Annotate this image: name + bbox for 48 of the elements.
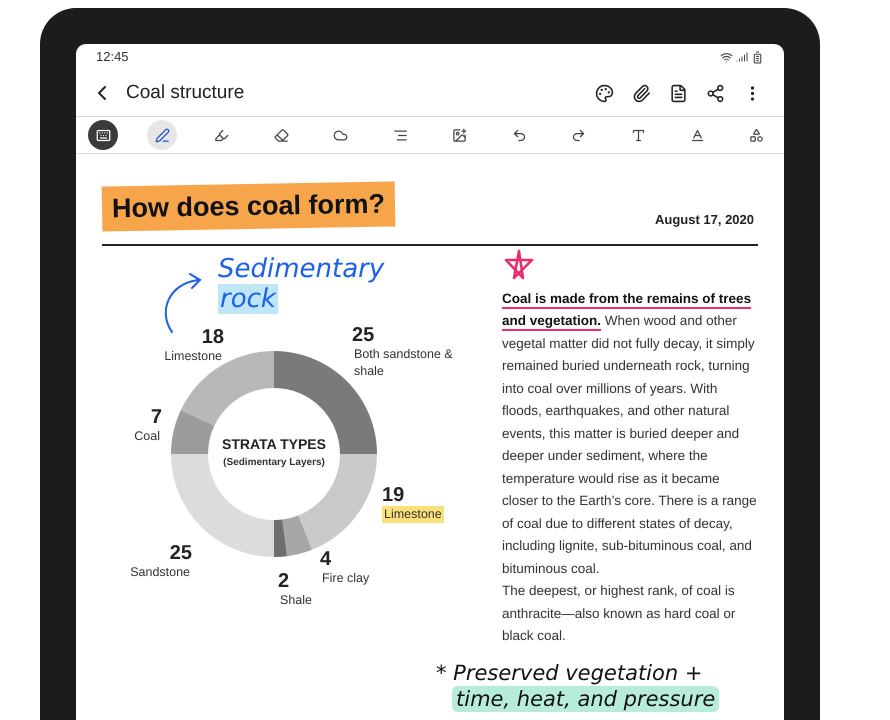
- body-paragraph: Coal is made from the remains of trees and vegetation. When wood and other vegetal matter did not fully decay, it simply remained buried underneath rock, turning into coal over millions of years. With floods, earthquakes, and other natural events, this matter is buried deeper and deeper under sediment, where the temperature would rise as it became closer to the Earth’s core. There is a range of coal due to different states of decay, including lignite, sub-bituminous coal, and bituminous coal.: [502, 290, 758, 578]
- highlighter-icon: [214, 128, 230, 142]
- chart-title: STRATA TYPES: [222, 434, 326, 454]
- battery-icon: [751, 50, 764, 64]
- paperclip-icon[interactable]: [632, 84, 651, 102]
- category-label: Both sandstone & shale: [353, 346, 454, 380]
- note-heading: How does coal form?: [102, 181, 396, 232]
- value-label: 25: [170, 542, 192, 564]
- category-label: Coal: [133, 428, 161, 444]
- handwritten-note: rock: [218, 284, 278, 314]
- cloud-icon: [333, 128, 348, 142]
- handwritten-note: Sedimentary: [218, 254, 384, 284]
- note-date: August 17, 2020: [655, 211, 754, 229]
- undo-icon: [512, 128, 527, 142]
- handwritten-note: time, heat, and pressure: [452, 686, 720, 712]
- palette-icon[interactable]: [595, 84, 614, 102]
- status-time: 12:45: [96, 48, 129, 66]
- category-label: Sandstone: [129, 564, 191, 580]
- wifi-icon: [720, 50, 733, 64]
- chart-subtitle: (Sedimentary Layers): [223, 456, 325, 470]
- share-icon[interactable]: [706, 84, 725, 102]
- letter-icon: [630, 128, 646, 142]
- body-paragraph: The deepest, or highest rank, of coal is anthracite—also known as hard coal or black coal.: [502, 582, 736, 645]
- star-doodle: [502, 248, 536, 282]
- value-label: 2: [278, 570, 290, 592]
- category-label: Shale: [279, 592, 313, 608]
- tool-button[interactable]: [147, 120, 178, 150]
- value-label: 19: [382, 484, 404, 506]
- value-label: 18: [202, 326, 224, 348]
- keyboard-icon: [96, 128, 110, 142]
- text-lines-icon: [392, 128, 408, 142]
- text-format-icon: [690, 128, 706, 142]
- document-icon[interactable]: [669, 84, 688, 102]
- image-text-icon: [452, 128, 468, 142]
- eraser-icon: [274, 128, 289, 142]
- value-label: 4: [320, 548, 332, 570]
- redo-icon: [571, 128, 586, 142]
- category-label: Limestone: [382, 506, 444, 522]
- category-label: Fire clay: [321, 570, 370, 586]
- pen-icon: [154, 128, 170, 142]
- value-label: 7: [150, 406, 162, 428]
- category-label: Limestone: [163, 348, 223, 364]
- value-label: 25: [352, 324, 374, 346]
- handwritten-note: * Preserved vegetation +: [436, 660, 704, 686]
- signal-icon: [736, 51, 748, 63]
- keyboard-button[interactable]: [88, 120, 118, 150]
- note-title: Coal structure: [126, 80, 244, 105]
- shapes-icon: [749, 128, 764, 142]
